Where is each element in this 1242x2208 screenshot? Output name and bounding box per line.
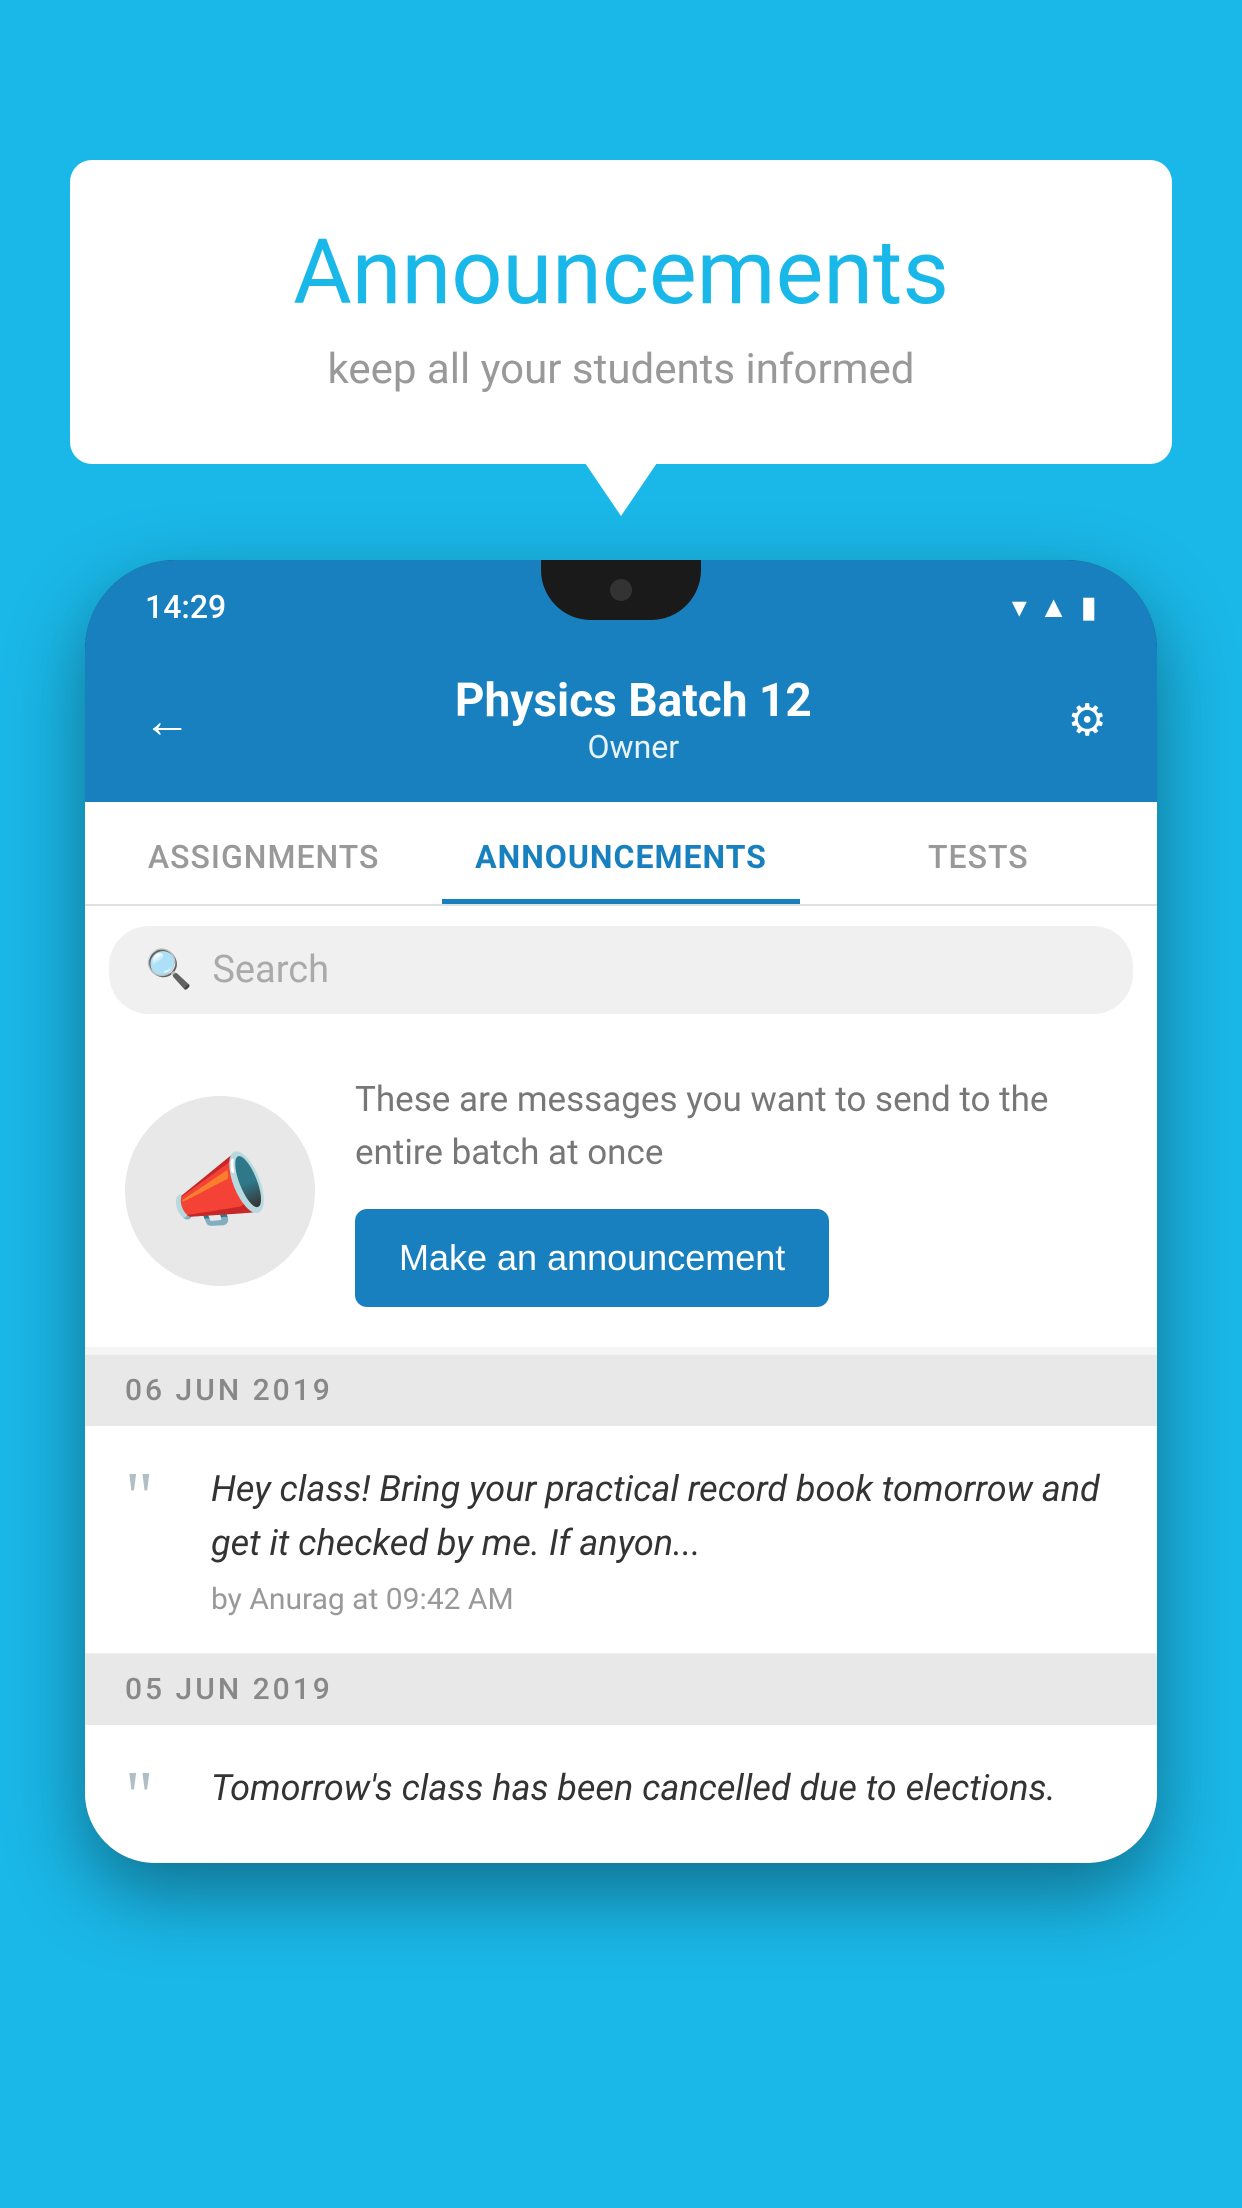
announcement-text-2: Tomorrow's class has been cancelled due … — [211, 1761, 1117, 1815]
app-header: ← Physics Batch 12 Owner ⚙ — [85, 644, 1157, 802]
bubble-title: Announcements — [150, 220, 1092, 325]
app-body: 🔍 Search 📣 These are messages you want t… — [85, 906, 1157, 1863]
search-icon: 🔍 — [145, 948, 192, 992]
promo-description: These are messages you want to send to t… — [355, 1074, 1117, 1179]
status-icons: ▾ ▲ ▮ — [1012, 590, 1097, 625]
promo-icon-circle: 📣 — [125, 1096, 315, 1286]
quote-icon-2: " — [125, 1769, 175, 1825]
date-separator-2: 05 JUN 2019 — [85, 1654, 1157, 1725]
tab-announcements[interactable]: ANNOUNCEMENTS — [442, 802, 799, 904]
date-separator-1: 06 JUN 2019 — [85, 1355, 1157, 1426]
announcement-item-1[interactable]: " Hey class! Bring your practical record… — [85, 1426, 1157, 1654]
header-title: Physics Batch 12 — [455, 674, 812, 728]
bubble-subtitle: keep all your students informed — [150, 345, 1092, 394]
make-announcement-button[interactable]: Make an announcement — [355, 1209, 829, 1307]
tab-bar: ASSIGNMENTS ANNOUNCEMENTS TESTS — [85, 802, 1157, 906]
search-bar[interactable]: 🔍 Search — [109, 926, 1133, 1014]
megaphone-icon: 📣 — [170, 1144, 270, 1238]
tab-tests[interactable]: TESTS — [800, 802, 1157, 904]
phone-wrapper: 14:29 ▾ ▲ ▮ ← Physics Batch 12 Owner ⚙ A… — [85, 560, 1157, 2208]
announcement-content-2: Tomorrow's class has been cancelled due … — [211, 1761, 1117, 1827]
camera — [610, 579, 632, 601]
tab-assignments[interactable]: ASSIGNMENTS — [85, 802, 442, 904]
announcement-content-1: Hey class! Bring your practical record b… — [211, 1462, 1117, 1617]
search-bar-container: 🔍 Search — [85, 906, 1157, 1034]
quote-icon-1: " — [125, 1470, 175, 1526]
battery-icon: ▮ — [1080, 590, 1097, 625]
header-center: Physics Batch 12 Owner — [455, 674, 812, 766]
signal-icon: ▲ — [1039, 590, 1069, 625]
back-button[interactable]: ← — [135, 684, 199, 757]
announcement-item-2[interactable]: " Tomorrow's class has been cancelled du… — [85, 1725, 1157, 1863]
wifi-icon: ▾ — [1012, 590, 1027, 625]
header-subtitle: Owner — [455, 728, 812, 766]
search-placeholder: Search — [212, 948, 329, 992]
speech-bubble: Announcements keep all your students inf… — [70, 160, 1172, 464]
intro-section: Announcements keep all your students inf… — [70, 160, 1172, 464]
phone-device: 14:29 ▾ ▲ ▮ ← Physics Batch 12 Owner ⚙ A… — [85, 560, 1157, 1863]
announcement-promo: 📣 These are messages you want to send to… — [85, 1034, 1157, 1347]
phone-notch — [541, 560, 701, 620]
announcement-meta-1: by Anurag at 09:42 AM — [211, 1582, 1117, 1617]
promo-content: These are messages you want to send to t… — [355, 1074, 1117, 1307]
status-bar: 14:29 ▾ ▲ ▮ — [85, 560, 1157, 644]
settings-button[interactable]: ⚙ — [1068, 694, 1107, 746]
status-time: 14:29 — [145, 588, 226, 626]
announcement-text-1: Hey class! Bring your practical record b… — [211, 1462, 1117, 1570]
